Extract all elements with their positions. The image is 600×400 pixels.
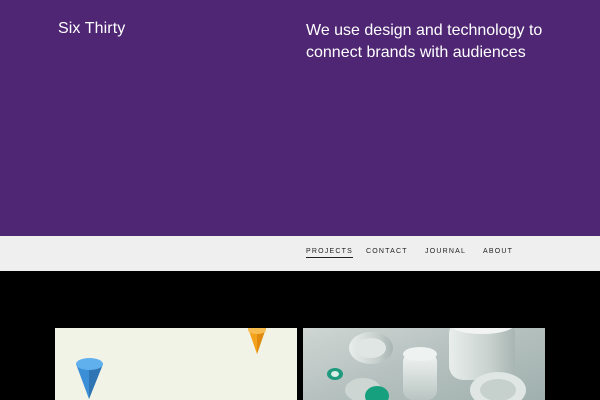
tagline: We use design and technology to connect … (306, 22, 543, 61)
nav-item-about[interactable]: ABOUT (483, 248, 513, 255)
main-nav: PROJECTS CONTACT JOURNAL ABOUT (0, 236, 600, 271)
blue-cone-shape (76, 358, 103, 399)
nav-item-contact[interactable]: CONTACT (366, 248, 408, 255)
projects-grid (0, 271, 600, 400)
cones-illustration (76, 328, 266, 399)
project-tile-cups[interactable] (303, 328, 545, 400)
project-tile-cones[interactable] (55, 328, 297, 400)
hero-header: Six Thirty We use design and technology … (0, 0, 600, 236)
site-logo-text[interactable]: Six Thirty (58, 20, 125, 38)
orange-cone-shape (248, 328, 266, 354)
cups-render (327, 328, 526, 400)
nav-item-journal[interactable]: JOURNAL (425, 248, 466, 255)
nav-item-projects[interactable]: PROJECTS (306, 248, 353, 258)
